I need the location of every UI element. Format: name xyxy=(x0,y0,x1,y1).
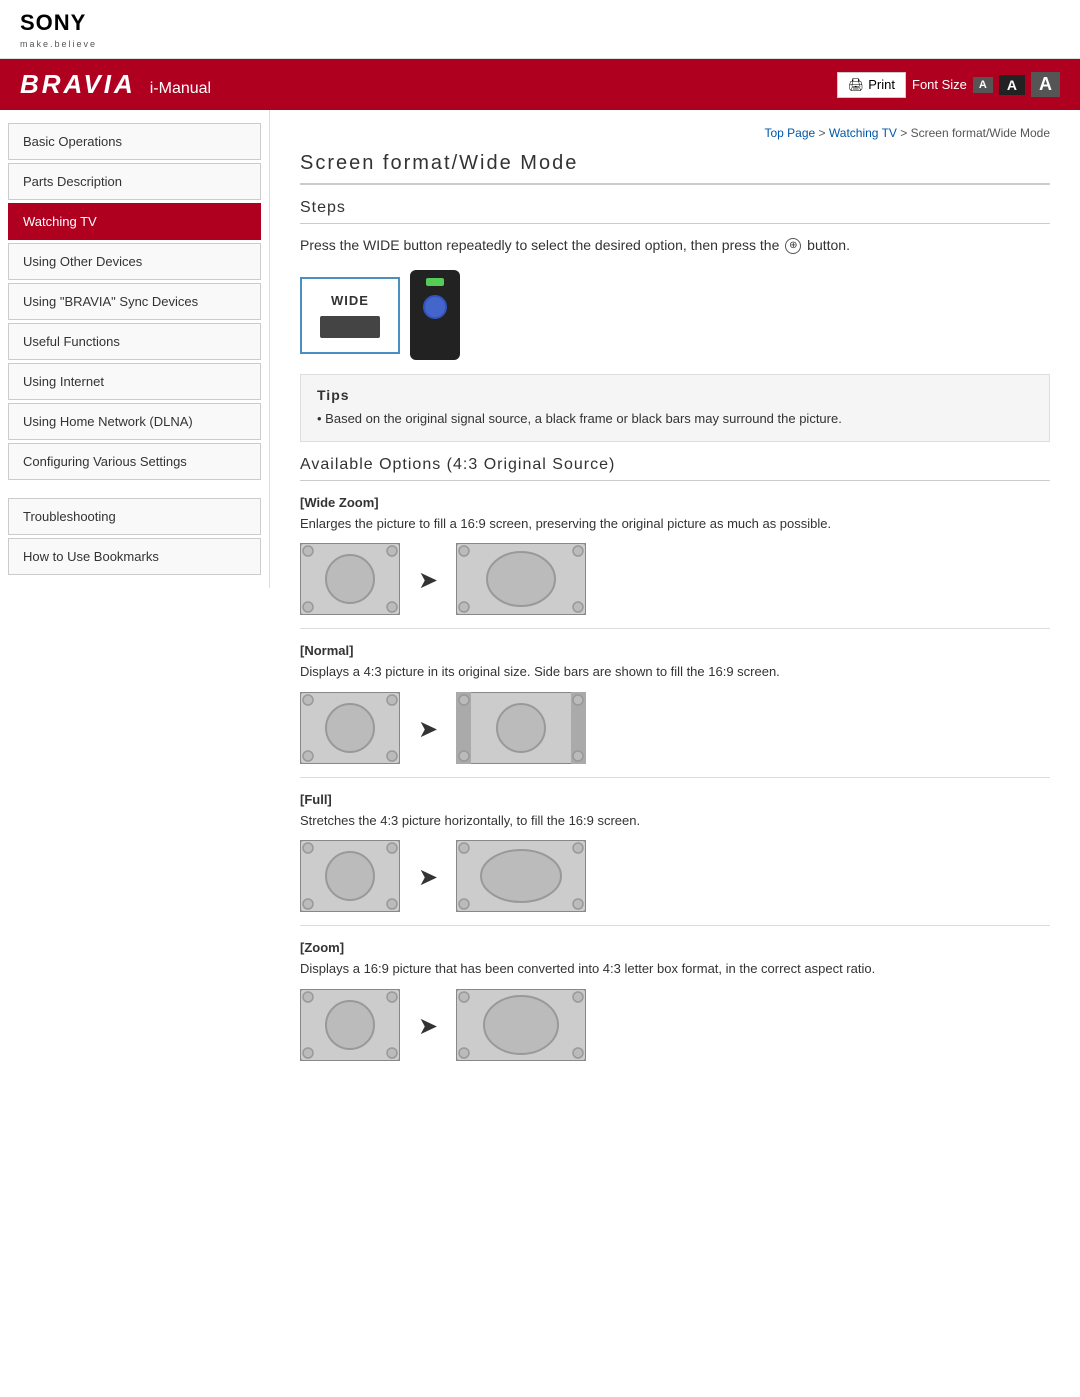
option-label-full: [Full] xyxy=(300,792,1050,807)
sidebar-item-watching-tv[interactable]: Watching TV xyxy=(8,203,261,240)
option-desc-normal: Displays a 4:3 picture in its original s… xyxy=(300,662,1050,682)
available-options-heading: Available Options (4:3 Original Source) xyxy=(300,456,1050,481)
sidebar-item-basic-operations[interactable]: Basic Operations xyxy=(8,123,261,160)
sidebar-item-how-to-bookmarks[interactable]: How to Use Bookmarks xyxy=(8,538,261,575)
tips-item: Based on the original signal source, a b… xyxy=(317,409,1033,429)
nav-bar: BRAVIA i-Manual 🖨 Print Font Size A A A xyxy=(0,59,1080,110)
screen-to-full xyxy=(456,840,586,915)
sidebar-item-using-bravia-sync[interactable]: Using "BRAVIA" Sync Devices xyxy=(8,283,261,320)
font-small-button[interactable]: A xyxy=(973,77,993,93)
breadcrumb: Top Page > Watching TV > Screen format/W… xyxy=(300,126,1050,140)
top-header: SONY make.believe xyxy=(0,0,1080,59)
option-normal: [Normal] Displays a 4:3 picture in its or… xyxy=(300,643,1050,778)
steps-heading: Steps xyxy=(300,199,1050,224)
nav-brand: BRAVIA i-Manual xyxy=(20,69,211,100)
option-label-wide-zoom: [Wide Zoom] xyxy=(300,495,1050,510)
option-label-zoom: [Zoom] xyxy=(300,940,1050,955)
screen-to-zoom xyxy=(456,989,586,1064)
options-container: [Wide Zoom] Enlarges the picture to fill … xyxy=(300,495,1050,1064)
print-button[interactable]: 🖨 Print xyxy=(837,72,906,98)
font-size-label: Font Size xyxy=(912,77,967,92)
sidebar-item-troubleshooting[interactable]: Troubleshooting xyxy=(8,498,261,535)
tips-title: Tips xyxy=(317,387,1033,403)
remote-image xyxy=(410,270,460,360)
sidebar-item-using-other-devices[interactable]: Using Other Devices xyxy=(8,243,261,280)
screen-from-full xyxy=(300,840,400,915)
breadcrumb-top-page[interactable]: Top Page xyxy=(764,126,815,140)
remote-green-led xyxy=(426,278,444,286)
circle-button-symbol: ⊕ xyxy=(785,238,801,254)
screen-diagram-normal: ➤ xyxy=(300,692,1050,767)
option-label-normal: [Normal] xyxy=(300,643,1050,658)
breadcrumb-watching-tv[interactable]: Watching TV xyxy=(829,126,897,140)
sidebar-item-useful-functions[interactable]: Useful Functions xyxy=(8,323,261,360)
remote-circle-pad xyxy=(423,295,447,319)
wide-button-rect xyxy=(320,316,380,338)
sony-logo: SONY xyxy=(20,12,1060,34)
sidebar-item-using-home-network[interactable]: Using Home Network (DLNA) xyxy=(8,403,261,440)
tips-box: Tips Based on the original signal source… xyxy=(300,374,1050,442)
sidebar-item-parts-description[interactable]: Parts Description xyxy=(8,163,261,200)
screen-from-normal xyxy=(300,692,400,767)
option-zoom: [Zoom] Displays a 16:9 picture that has b… xyxy=(300,940,1050,1064)
screen-to-wide-zoom xyxy=(456,543,586,618)
screen-diagram-wide-zoom: ➤ xyxy=(300,543,1050,618)
page-title: Screen format/Wide Mode xyxy=(300,152,1050,185)
arrow-icon-full: ➤ xyxy=(418,863,438,892)
wide-illustration: WIDE xyxy=(300,270,1050,360)
screen-diagram-zoom: ➤ xyxy=(300,989,1050,1064)
wide-box: WIDE xyxy=(300,277,400,354)
screen-from-zoom xyxy=(300,989,400,1064)
print-icon: 🖨 xyxy=(848,77,865,93)
print-label: Print xyxy=(868,77,895,92)
screen-from-wide-zoom xyxy=(300,543,400,618)
sony-tagline: make.believe xyxy=(20,39,97,49)
arrow-icon-normal: ➤ xyxy=(418,715,438,744)
imanual-label: i-Manual xyxy=(150,80,211,98)
sidebar-item-using-internet[interactable]: Using Internet xyxy=(8,363,261,400)
bravia-logo: BRAVIA xyxy=(20,69,136,100)
option-desc-full: Stretches the 4:3 picture horizontally, … xyxy=(300,811,1050,831)
option-desc-wide-zoom: Enlarges the picture to fill a 16:9 scre… xyxy=(300,514,1050,534)
breadcrumb-sep1: > xyxy=(815,126,829,140)
option-wide-zoom: [Wide Zoom] Enlarges the picture to fill … xyxy=(300,495,1050,630)
breadcrumb-sep2: > xyxy=(897,126,911,140)
sidebar: Basic OperationsParts DescriptionWatchin… xyxy=(0,110,270,588)
screen-to-normal xyxy=(456,692,586,767)
main-content: Top Page > Watching TV > Screen format/W… xyxy=(270,110,1080,1084)
steps-description: Press the WIDE button repeatedly to sele… xyxy=(300,234,1050,256)
wide-label: WIDE xyxy=(331,293,369,308)
font-large-button[interactable]: A xyxy=(1031,72,1060,97)
nav-controls: 🖨 Print Font Size A A A xyxy=(837,72,1060,98)
sidebar-item-configuring-settings[interactable]: Configuring Various Settings xyxy=(8,443,261,480)
main-layout: Basic OperationsParts DescriptionWatchin… xyxy=(0,110,1080,1084)
arrow-icon-zoom: ➤ xyxy=(418,1012,438,1041)
font-medium-button[interactable]: A xyxy=(999,75,1025,95)
breadcrumb-current: Screen format/Wide Mode xyxy=(911,126,1050,140)
arrow-icon-wide-zoom: ➤ xyxy=(418,566,438,595)
option-full: [Full] Stretches the 4:3 picture horizont… xyxy=(300,792,1050,927)
screen-diagram-full: ➤ xyxy=(300,840,1050,915)
option-desc-zoom: Displays a 16:9 picture that has been co… xyxy=(300,959,1050,979)
